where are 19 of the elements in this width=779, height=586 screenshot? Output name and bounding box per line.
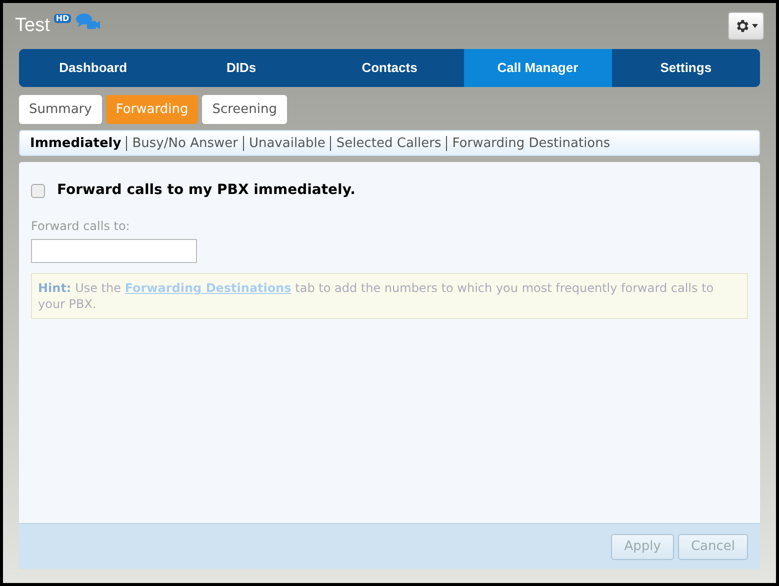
checkbox-label: Forward calls to my PBX immediately. (57, 181, 356, 200)
input-field[interactable] (31, 239, 197, 263)
section-link[interactable]: Immediately (30, 136, 126, 150)
sub-tab[interactable]: Screening (202, 95, 288, 124)
app-title: Test (15, 14, 50, 38)
section-link[interactable]: Forwarding Destinations (446, 136, 616, 150)
nav-tab[interactable]: Call Manager (464, 49, 612, 87)
section-link[interactable]: Selected Callers (330, 136, 446, 150)
section-link[interactable]: Unavailable (242, 136, 330, 150)
hd-badge: HD (54, 14, 72, 23)
section-link[interactable]: Busy/No Answer (126, 136, 243, 150)
chat-video-icon (75, 12, 102, 31)
checkbox[interactable] (31, 184, 45, 198)
hint-text: Hint: Use the Forwarding Destinations tab to add the numbers to which you most frequently forward calls to your PBX. (31, 273, 748, 319)
settings-menu-button[interactable] (728, 12, 764, 40)
field-label: Forward calls to: (31, 218, 131, 235)
settings-icon (734, 18, 750, 34)
sub-tab[interactable]: Summary (19, 95, 102, 124)
caret-icon (752, 24, 758, 28)
